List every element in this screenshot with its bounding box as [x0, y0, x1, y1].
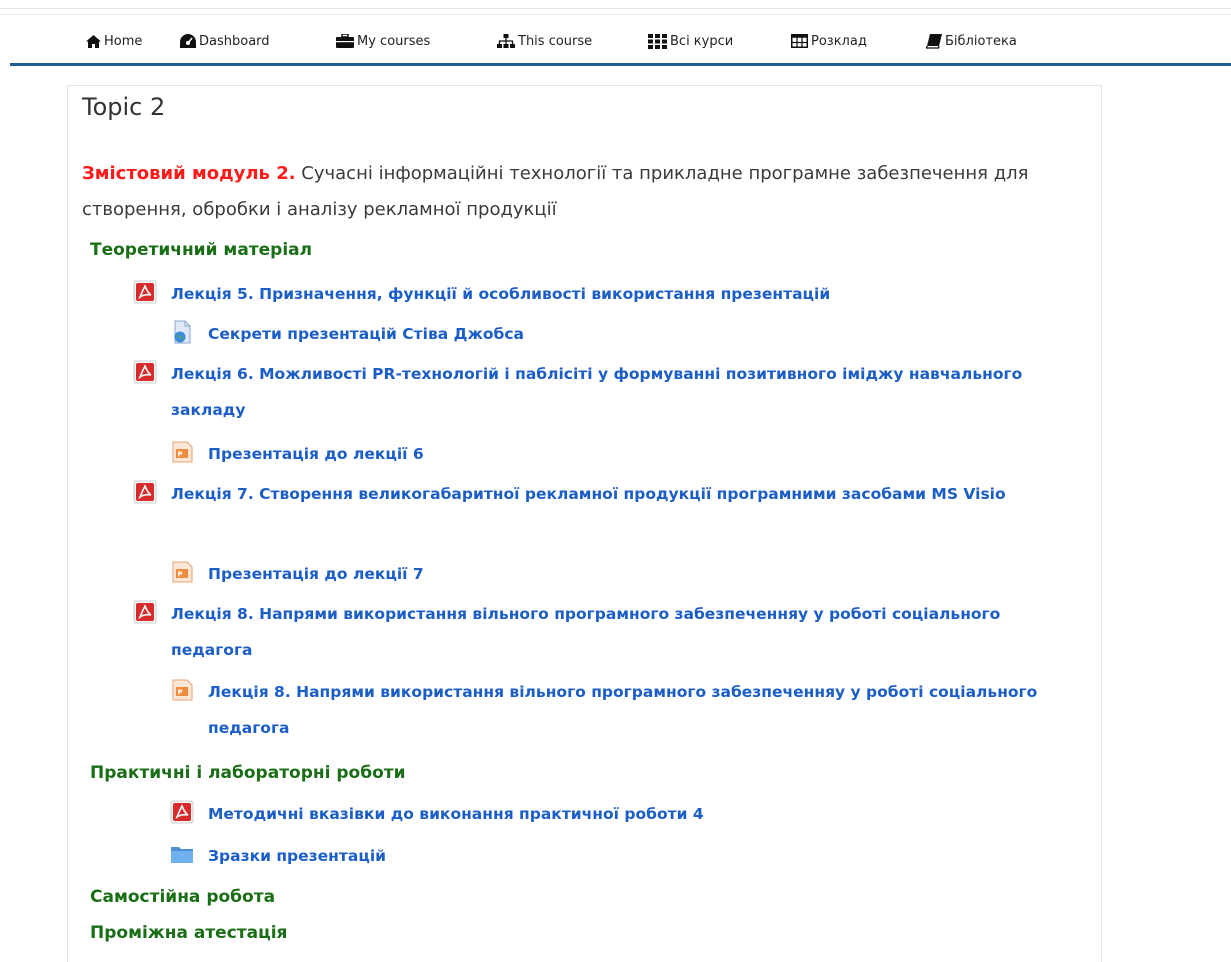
top-divider — [0, 8, 1231, 9]
heading-theory: Теоретичний матеріал — [90, 240, 313, 260]
activity-item: Лекція 8. Напрями використання вільного … — [133, 596, 1093, 668]
activity-item: Лекція 5. Призначення, функції й особлив… — [133, 276, 1093, 312]
heading-practice: Практичні і лабораторні роботи — [90, 763, 406, 783]
nav-all-courses[interactable]: Всі курси — [648, 30, 733, 52]
activity-item: P Лекція 8. Напрями використання вільног… — [170, 674, 1090, 746]
nav-my-courses-label: My courses — [357, 33, 431, 49]
sitemap-icon — [497, 34, 518, 48]
activity-item: Методичні вказівки до виконання практичн… — [170, 796, 1090, 832]
pdf-icon — [133, 600, 157, 624]
nav-all-courses-label: Всі курси — [670, 33, 734, 49]
nav-home-label: Home — [104, 33, 143, 49]
svg-text:P: P — [178, 451, 183, 459]
activity-link[interactable]: Лекція 5. Призначення, функції й особлив… — [171, 276, 830, 312]
activity-link[interactable]: Лекція 8. Напрями використання вільного … — [171, 596, 1031, 668]
nav-schedule[interactable]: Розклад — [791, 30, 867, 52]
activity-link[interactable]: Презентація до лекції 7 — [208, 556, 424, 592]
home-icon — [86, 34, 104, 48]
nav-library[interactable]: Бібліотека — [926, 30, 1017, 52]
nav-dashboard-label: Dashboard — [199, 33, 270, 49]
pdf-icon — [133, 360, 157, 384]
pdf-icon — [133, 280, 157, 304]
grid-icon — [648, 33, 670, 49]
main-navbar: Home Dashboard My courses This course Вс… — [10, 22, 1231, 66]
nav-home[interactable]: Home — [86, 30, 142, 52]
table-icon — [791, 34, 811, 48]
nav-dashboard[interactable]: Dashboard — [180, 30, 270, 52]
activity-item: Лекція 7. Створення великогабаритної рек… — [133, 476, 1093, 512]
activity-link[interactable]: Методичні вказівки до виконання практичн… — [208, 796, 704, 832]
activity-item: Зразки презентацій — [170, 838, 1090, 874]
powerpoint-icon: P — [170, 678, 194, 702]
activity-item: P Презентація до лекції 7 — [170, 556, 1090, 592]
nav-my-courses[interactable]: My courses — [336, 30, 430, 52]
url-icon — [170, 320, 194, 344]
activity-item: Секрети презентацій Стіва Джобса — [170, 316, 1090, 352]
section-title: Topic 2 — [82, 93, 166, 121]
dashboard-icon — [180, 34, 199, 48]
activity-link[interactable]: Лекція 8. Напрями використання вільного … — [208, 674, 1068, 746]
svg-text:P: P — [178, 571, 183, 579]
activity-item: Лекція 6. Можливості PR-технологій і паб… — [133, 356, 1093, 428]
section-summary: Змістовий модуль 2. Сучасні інформаційні… — [82, 156, 1092, 228]
activity-link[interactable]: Зразки презентацій — [208, 838, 386, 874]
pdf-icon — [133, 480, 157, 504]
pdf-icon — [170, 800, 194, 824]
top-divider-2 — [0, 14, 1231, 15]
nav-library-label: Бібліотека — [945, 33, 1017, 49]
activity-link[interactable]: Презентація до лекції 6 — [208, 436, 424, 472]
activity-link[interactable]: Лекція 7. Створення великогабаритної рек… — [171, 476, 1076, 512]
nav-this-course-label: This course — [518, 33, 593, 49]
heading-self-study: Самостійна робота — [90, 887, 276, 907]
activity-item: P Презентація до лекції 6 — [170, 436, 1090, 472]
briefcase-icon — [336, 34, 357, 48]
book-icon — [926, 33, 945, 49]
nav-schedule-label: Розклад — [811, 33, 867, 49]
heading-attestation: Проміжна атестація — [90, 923, 288, 943]
nav-this-course[interactable]: This course — [497, 30, 592, 52]
folder-icon — [170, 842, 194, 866]
activity-link[interactable]: Лекція 6. Можливості PR-технологій і паб… — [171, 356, 1041, 428]
module-label: Змістовий модуль 2. — [82, 163, 296, 184]
activity-link[interactable]: Секрети презентацій Стіва Джобса — [208, 316, 524, 352]
powerpoint-icon: P — [170, 440, 194, 464]
svg-text:P: P — [178, 689, 183, 697]
powerpoint-icon: P — [170, 560, 194, 584]
